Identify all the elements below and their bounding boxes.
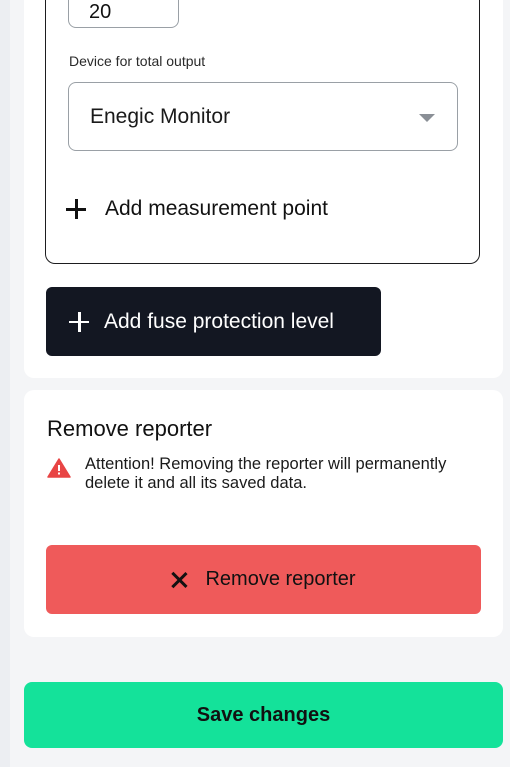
device-select-value: Enegic Monitor [90, 105, 231, 128]
save-changes-button[interactable]: Save changes [24, 682, 503, 748]
close-icon [171, 572, 187, 588]
remove-reporter-title: Remove reporter [47, 416, 213, 441]
value-input[interactable]: 20 [68, 0, 179, 28]
plus-icon [69, 311, 89, 332]
device-label: Device for total output [69, 53, 206, 69]
value-input-text: 20 [89, 1, 112, 23]
remove-reporter-button[interactable]: Remove reporter [46, 545, 481, 614]
add-fuse-protection-level-button[interactable]: Add fuse protection level [46, 287, 381, 356]
add-measurement-point-button[interactable]: Add measurement point [66, 193, 328, 225]
save-changes-label: Save changes [196, 703, 331, 726]
page: 20 Device for total output Enegic Monito… [0, 0, 510, 767]
chevron-down-icon [419, 114, 435, 122]
device-select[interactable]: Enegic Monitor [68, 82, 458, 151]
add-fuse-protection-level-label: Add fuse protection level [104, 309, 334, 333]
add-measurement-point-label: Add measurement point [105, 197, 328, 220]
warning-icon [47, 458, 71, 478]
left-edge-strip [0, 0, 10, 767]
remove-reporter-button-label: Remove reporter [205, 568, 356, 590]
plus-icon [66, 199, 86, 219]
warning-text: Attention! Removing the reporter will pe… [85, 455, 447, 492]
